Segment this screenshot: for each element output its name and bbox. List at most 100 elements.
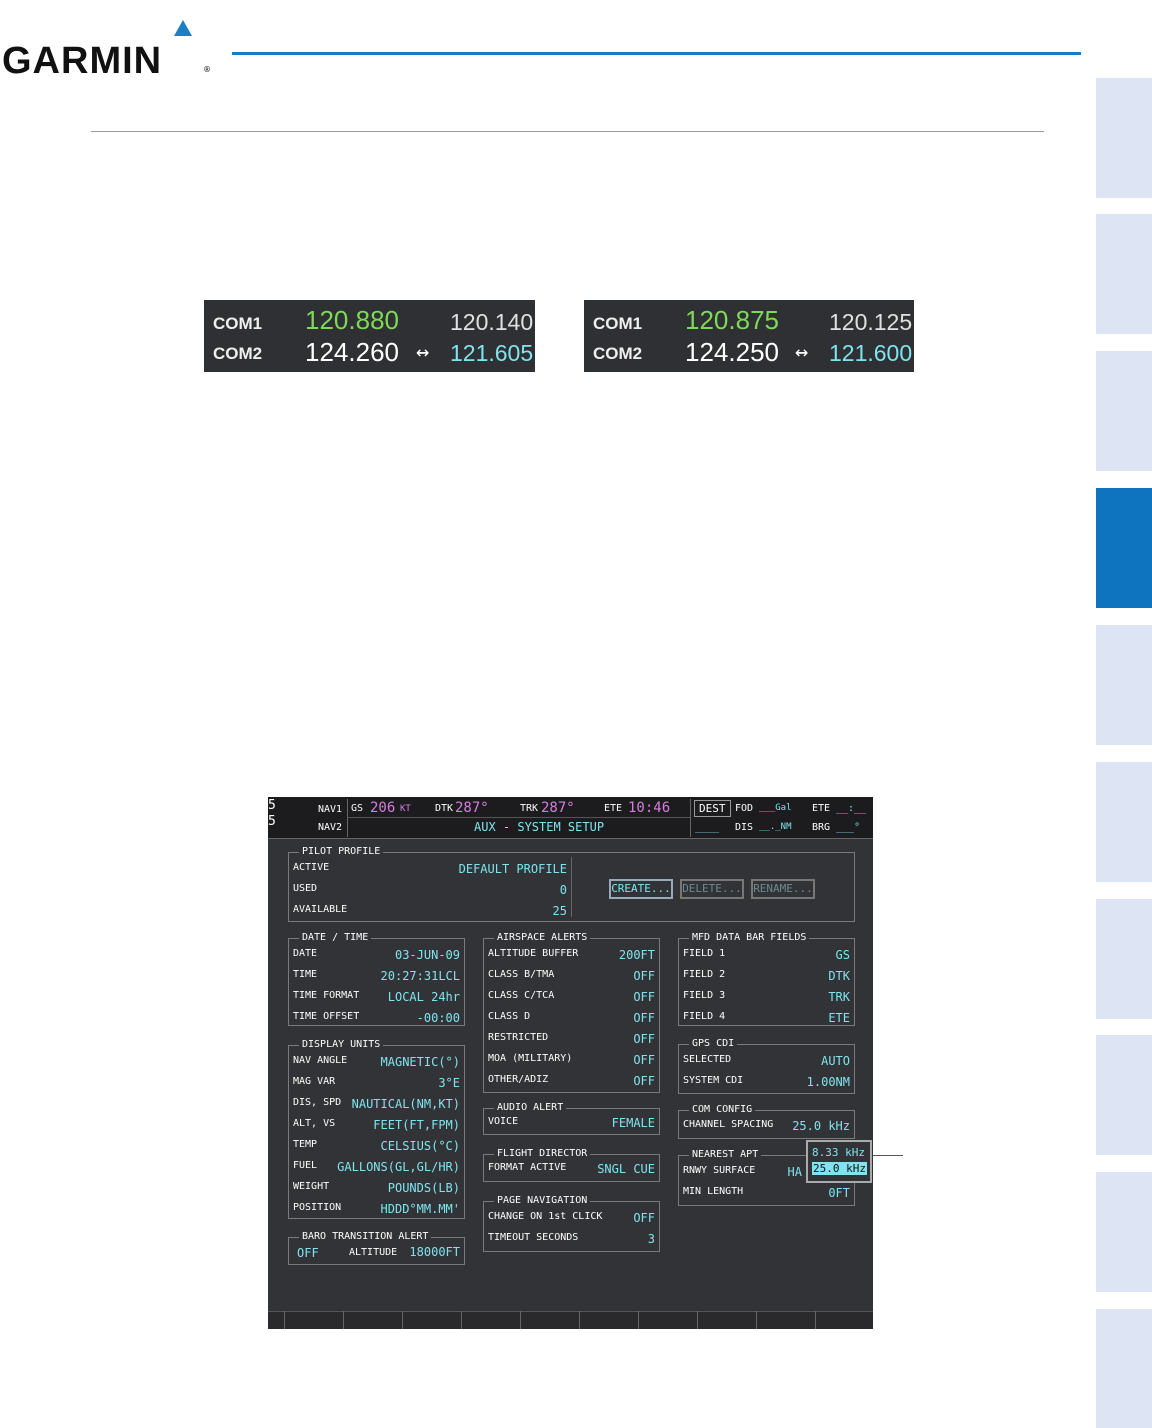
transfer-arrow-icon: ↔ [795, 340, 809, 365]
pilot-profile-group: PILOT PROFILE ACTIVE DEFAULT PROFILE USE… [288, 846, 855, 922]
dis-value: __._NM [759, 822, 792, 832]
dest-dashes: ____ [695, 822, 720, 833]
side-tab-2[interactable] [1096, 214, 1152, 334]
edge-digit-1: 5 [268, 798, 276, 813]
gps-cdi-group: GPS CDI SELECTED AUTO SYSTEM CDI 1.00NM [678, 1038, 855, 1094]
dis-label: DIS [735, 822, 754, 833]
dest-label: DEST [694, 800, 731, 817]
softkey-8[interactable] [697, 1311, 698, 1329]
nav-angle-row: NAV ANGLE MAGNETIC(°) [293, 1055, 460, 1069]
section-rule [91, 131, 1044, 132]
gs-label: GS [351, 803, 364, 814]
baro-transition-group: BARO TRANSITION ALERT OFF ALTITUDE 18000… [288, 1231, 465, 1265]
create-button[interactable]: CREATE... [609, 879, 673, 899]
trk-value: 287° [541, 800, 575, 816]
fod-value: ___Gal [759, 803, 792, 813]
softkey-9[interactable] [756, 1311, 757, 1329]
com2-label: COM2 [213, 344, 263, 363]
com1-active-freq: 120.875 [685, 305, 779, 335]
logo-triangle-icon [174, 20, 192, 36]
softkey-1[interactable] [284, 1311, 285, 1329]
brg-label: BRG [812, 822, 831, 833]
mfd-aux-system-setup: 5 5 NAV1 NAV2 GS 206 KT DTK 287° TRK 287… [268, 797, 873, 1329]
com2-standby-freq: 121.600 [829, 340, 913, 366]
active-profile-value[interactable]: DEFAULT PROFILE [459, 862, 567, 876]
weight-row: WEIGHT POUNDS(LB) [293, 1181, 460, 1195]
com1-standby-freq: 120.140 [450, 309, 534, 335]
baro-alert-state[interactable]: OFF [297, 1246, 319, 1260]
pilot-profile-title: PILOT PROFILE [299, 846, 384, 857]
altitude-buffer-row: ALTITUDE BUFFER 200FT [488, 948, 655, 962]
nav2-label: NAV2 [318, 822, 343, 833]
time-offset-row: TIME OFFSET -00:00 [293, 1011, 460, 1025]
com1-label: COM1 [213, 314, 263, 333]
com2-active-freq: 124.250 [685, 337, 779, 367]
garmin-logo: GARMIN ® [0, 18, 230, 82]
side-tab-10[interactable] [1096, 1309, 1152, 1428]
baro-altitude-value[interactable]: 18000FT [409, 1245, 460, 1259]
side-tab-1[interactable] [1096, 78, 1152, 198]
brg-value: ___° [836, 822, 861, 833]
temp-row: TEMP CELSIUS(°C) [293, 1139, 460, 1153]
side-tab-5[interactable] [1096, 625, 1152, 745]
side-tab-3[interactable] [1096, 351, 1152, 471]
cdi-selected-row: SELECTED AUTO [683, 1054, 850, 1068]
ete-label: ETE [604, 803, 623, 814]
logo-registered-mark: ® [203, 65, 211, 74]
com2-label: COM2 [593, 344, 643, 363]
timeout-seconds-row: TIMEOUT SECONDS 3 [488, 1232, 655, 1246]
com2-active-freq: 124.260 [305, 337, 399, 367]
page-navigation-title: PAGE NAVIGATION [494, 1195, 591, 1206]
softkey-7[interactable] [638, 1311, 639, 1329]
nearest-apt-title: NEAREST APT [689, 1149, 762, 1160]
com-config-group: COM CONFIG CHANNEL SPACING 25.0 kHz [678, 1104, 855, 1139]
mfd-data-bar-fields-group: MFD DATA BAR FIELDS FIELD 1 GS FIELD 2 DTK… [678, 932, 855, 1026]
baro-transition-title: BARO TRANSITION ALERT [299, 1231, 432, 1242]
time-format-row: TIME FORMAT LOCAL 24hr [293, 990, 460, 1004]
position-row: POSITION HDDD°MM.MM' [293, 1202, 460, 1216]
ete2-label: ETE [812, 803, 831, 814]
side-tab-8[interactable] [1096, 1035, 1152, 1155]
softkey-5[interactable] [520, 1311, 521, 1329]
gs-value: 206 [370, 800, 396, 816]
format-active-row: FORMAT ACTIVE SNGL CUE [488, 1162, 655, 1176]
header-rule [232, 52, 1081, 55]
page-navigation-group: PAGE NAVIGATION CHANGE ON 1st CLICK OFF T… [483, 1195, 660, 1252]
side-tab-6[interactable] [1096, 762, 1152, 882]
date-time-group: DATE / TIME DATE 03-JUN-09 TIME 20:27:31LC… [288, 932, 465, 1026]
field-3-row: FIELD 3 TRK [683, 990, 850, 1004]
softkey-3[interactable] [402, 1311, 403, 1329]
change-on-click-row: CHANGE ON 1st CLICK OFF [488, 1211, 655, 1225]
flight-director-title: FLIGHT DIRECTOR [494, 1148, 591, 1159]
mag-var-row: MAG VAR 3°E [293, 1076, 460, 1090]
nav1-label: NAV1 [318, 804, 343, 815]
flight-director-group: FLIGHT DIRECTOR FORMAT ACTIVE SNGL CUE [483, 1148, 660, 1182]
field-4-row: FIELD 4 ETE [683, 1011, 850, 1025]
edge-digit-2: 5 [268, 814, 276, 829]
fuel-row: FUEL GALLONS(GL,GL/HR) [293, 1160, 460, 1174]
softkey-2[interactable] [343, 1311, 344, 1329]
softkey-10[interactable] [815, 1311, 816, 1329]
class-b-row: CLASS B/TMA OFF [488, 969, 655, 983]
gs-unit: KT [400, 804, 411, 814]
active-profile-row: ACTIVE DEFAULT PROFILE [293, 862, 567, 876]
rename-button[interactable]: RENAME... [751, 879, 815, 899]
baro-altitude-label: ALTITUDE [349, 1247, 398, 1258]
audio-alert-title: AUDIO ALERT [494, 1102, 567, 1113]
alt-vs-row: ALT, VS FEET(FT,FPM) [293, 1118, 460, 1132]
popup-callout-line [873, 1155, 903, 1156]
audio-alert-group: AUDIO ALERT VOICE FEMALE [483, 1102, 660, 1135]
softkey-6[interactable] [579, 1311, 580, 1329]
side-tab-7[interactable] [1096, 899, 1152, 1019]
softkey-4[interactable] [461, 1311, 462, 1329]
side-tab-9[interactable] [1096, 1172, 1152, 1292]
delete-button[interactable]: DELETE... [680, 879, 744, 899]
popup-option-25-selected[interactable]: 25.0 kHz [812, 1162, 867, 1175]
class-d-row: CLASS D OFF [488, 1011, 655, 1025]
softkey-bar [268, 1311, 873, 1329]
side-tab-4-active[interactable] [1096, 488, 1152, 608]
ete-value: 10:46 [628, 800, 671, 816]
airspace-alerts-group: AIRSPACE ALERTS ALTITUDE BUFFER 200FT CLA… [483, 932, 660, 1093]
popup-option-833[interactable]: 8.33 kHz [812, 1146, 865, 1159]
channel-spacing-row: CHANNEL SPACING 25.0 kHz [683, 1119, 850, 1133]
